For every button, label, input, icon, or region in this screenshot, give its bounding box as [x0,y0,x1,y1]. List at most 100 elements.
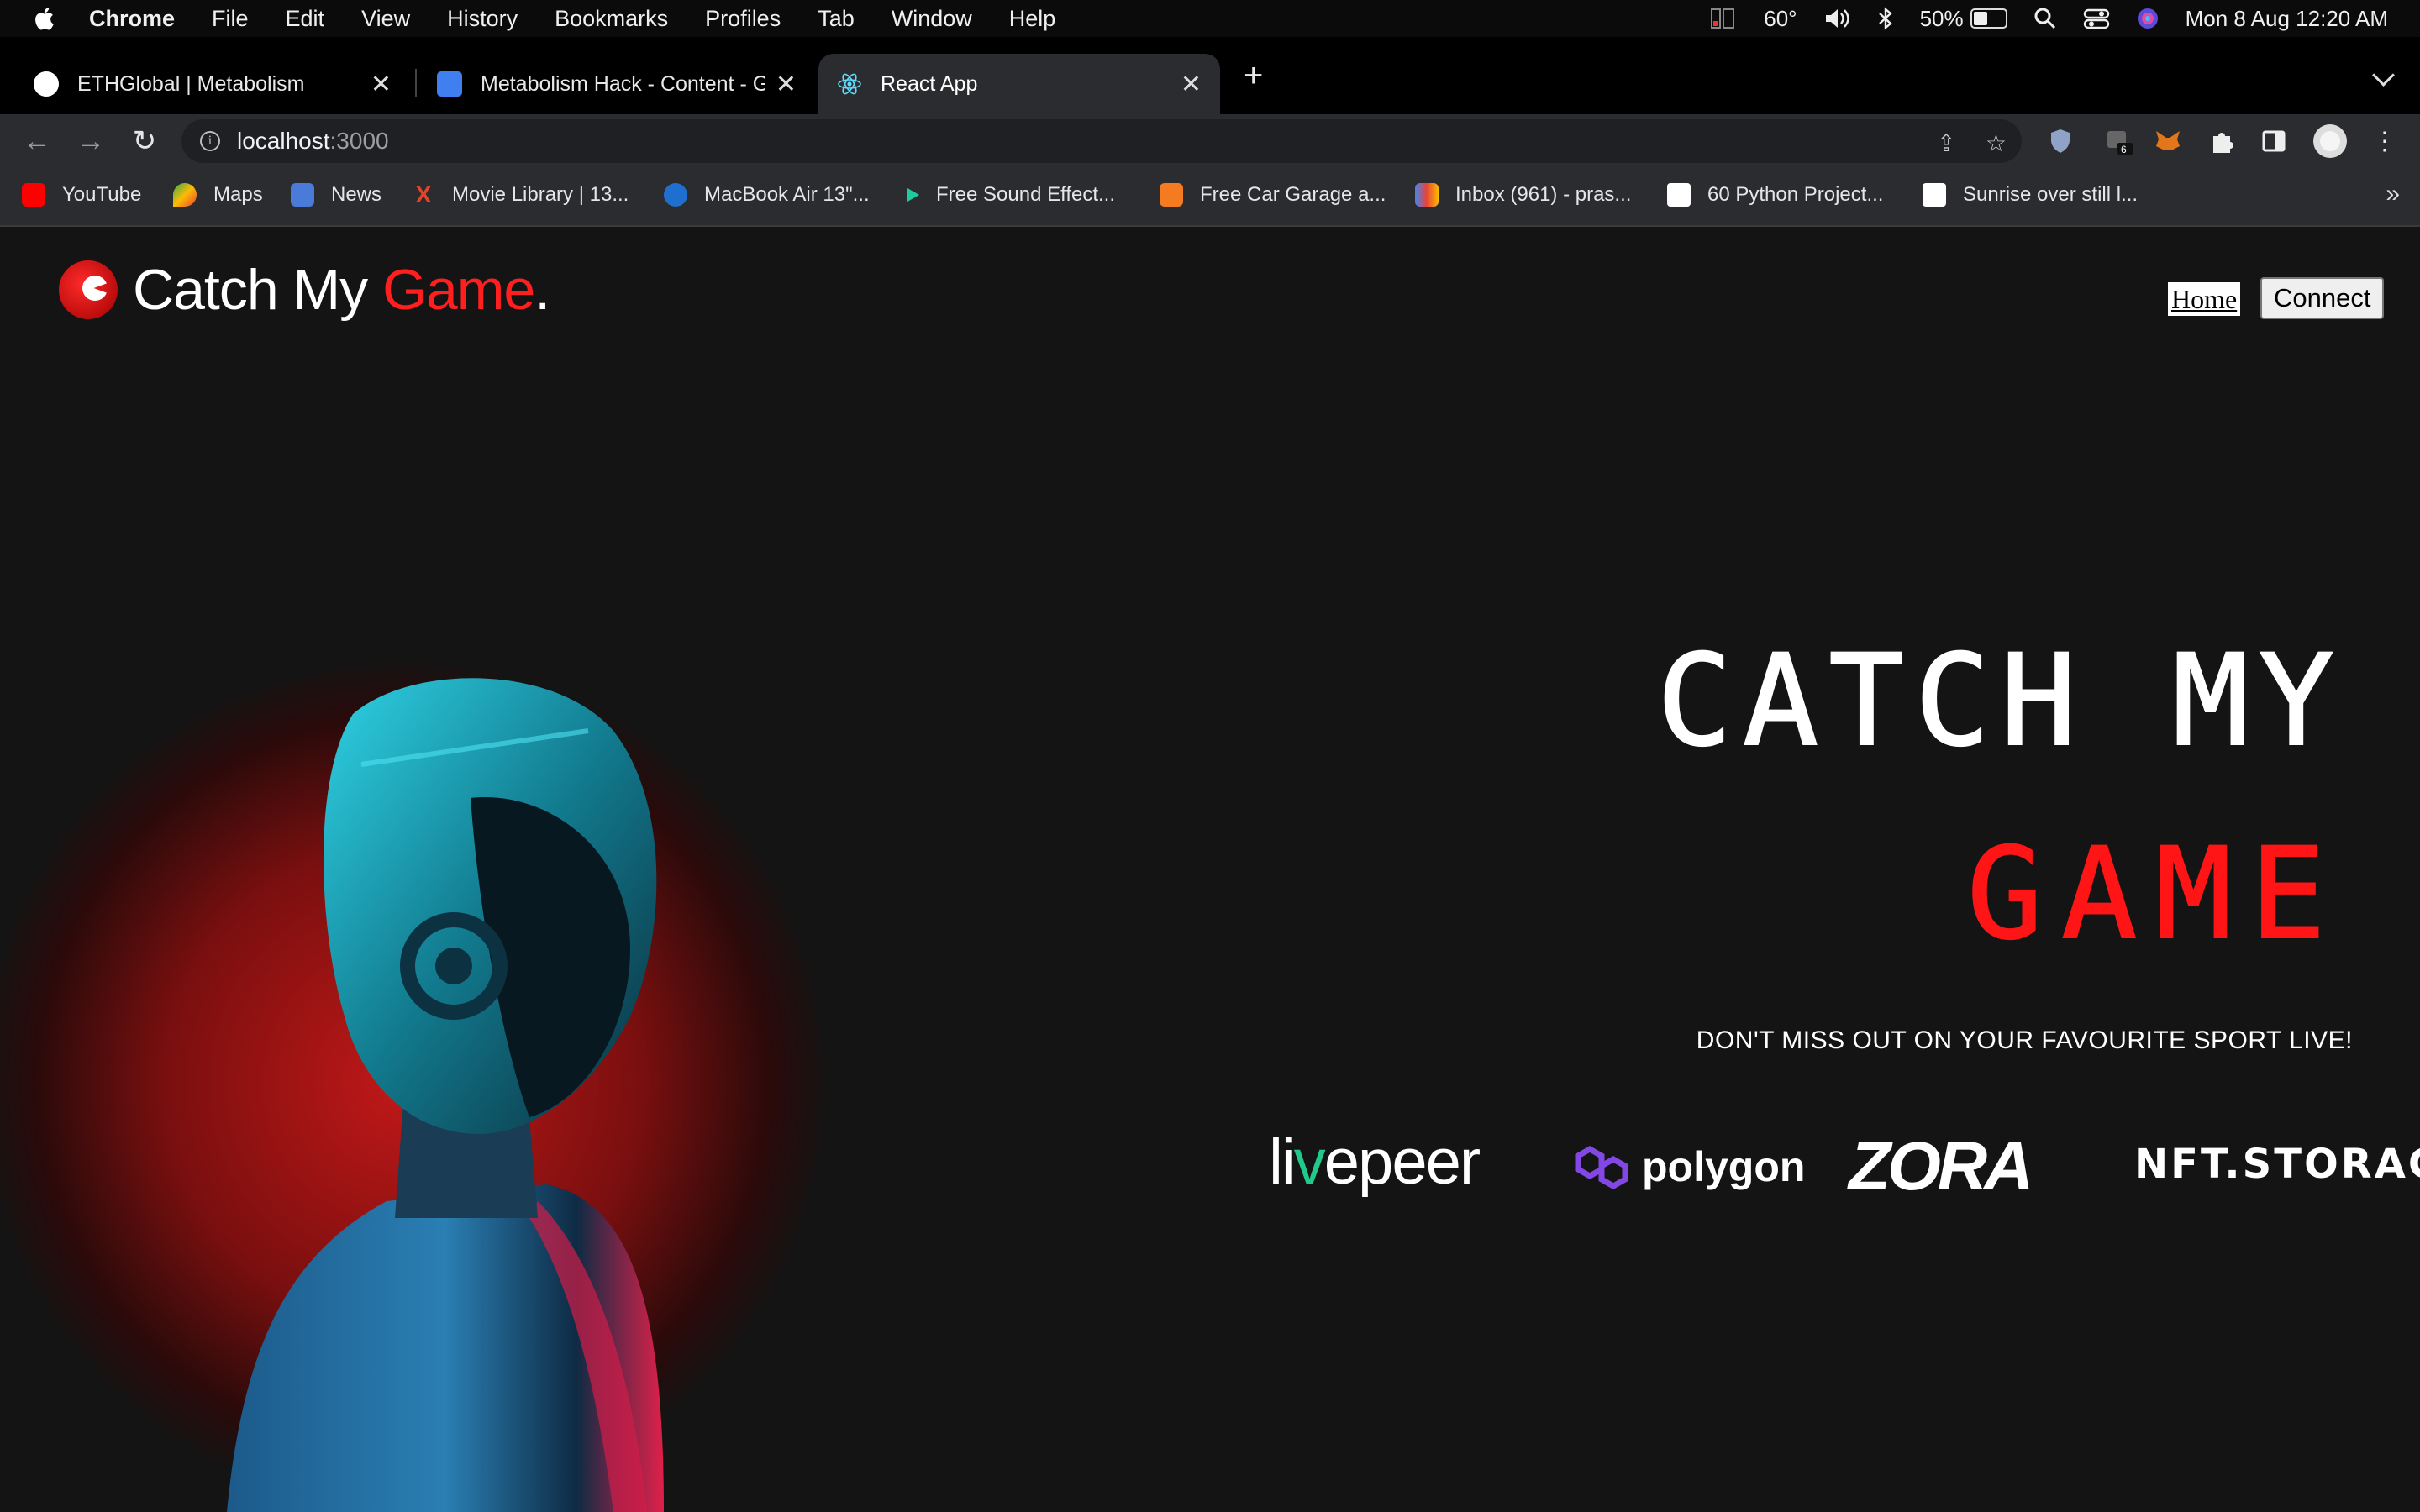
tab-title: Metabolism Hack - Content - G [481,71,765,96]
share-icon[interactable]: ⇪ [1937,129,1956,157]
logo-wordmark: Catch My Game. [133,257,550,323]
tab-search-chevron-icon[interactable] [2372,64,2395,87]
menu-tab[interactable]: Tab [818,6,855,32]
polygon-logo: polygon [1571,1141,1805,1193]
flag-icon [908,188,919,202]
x-logo-icon: X [415,181,432,207]
extension-badge-icon[interactable]: 6 [2104,126,2134,156]
close-tab-icon[interactable]: ✕ [776,70,797,99]
battery-indicator[interactable]: 50% [1920,6,2007,32]
bookmark-label: Maps [213,183,263,206]
menu-app-chrome[interactable]: Chrome [89,6,175,32]
extension-badge-count: 6 [2121,144,2127,155]
bookmarks-bar: YouTube Maps News X Movie Library | 13..… [0,168,2420,227]
polygon-hexagon-icon [1575,1145,1628,1190]
hero-line-catch-my: CATCH MY [1656,628,2344,774]
site-info-icon[interactable]: i [200,131,220,151]
menu-history[interactable]: History [447,6,518,32]
menu-edit[interactable]: Edit [286,6,325,32]
bookmark-macbook-air[interactable]: MacBook Air 13"... [664,183,870,207]
address-bar[interactable]: i localhost:3000 ⇪ ☆ [182,119,2022,163]
livepeer-text-dots: v [1293,1126,1326,1198]
site-logo[interactable]: Catch My Game. [59,257,550,323]
bookmark-free-car-garage[interactable]: Free Car Garage a... [1160,183,1386,207]
connect-button[interactable]: Connect [2260,277,2385,319]
menu-bookmarks[interactable]: Bookmarks [555,6,668,32]
close-circle-icon [664,183,687,207]
extensions-puzzle-icon[interactable] [2207,126,2237,156]
menu-file[interactable]: File [212,6,249,32]
browser-tab-strip: ETHGlobal | Metabolism ✕ Metabolism Hack… [0,37,2420,114]
forward-arrow-icon[interactable]: → [72,123,109,160]
logo-text-red: Game [382,258,535,322]
macos-menu-bar: Chrome File Edit View History Bookmarks … [0,0,2420,37]
nft-storage-logo: NFT.STORAGE [2134,1141,2420,1188]
spotlight-search-icon[interactable] [2033,6,2058,31]
bookmark-label: Free Car Garage a... [1200,183,1386,206]
volume-icon[interactable] [1823,6,1851,31]
tab-title: React App [881,71,978,96]
bookmark-python-projects[interactable]: 60 Python Project... [1667,183,1883,207]
browser-toolbar: ← → ↻ i localhost:3000 ⇪ ☆ 6 ⋮ [0,114,2420,168]
menu-view[interactable]: View [361,6,410,32]
close-tab-icon[interactable]: ✕ [371,70,392,99]
apple-icon[interactable] [32,6,55,31]
bookmark-news[interactable]: News [291,183,381,207]
tab-title: ETHGlobal | Metabolism [77,71,305,96]
battery-percent: 50% [1919,5,1964,31]
bookmark-sunrise[interactable]: Sunrise over still l... [1923,183,2138,207]
medium-icon [1667,183,1691,207]
google-news-icon [291,183,314,207]
url-port: :3000 [329,128,389,154]
menu-items: Chrome File Edit View History Bookmarks … [89,6,1092,32]
new-tab-button[interactable]: + [1244,59,1263,92]
bookmark-label: Free Sound Effect... [936,183,1116,206]
zora-logo: ZORA [1849,1128,2033,1205]
bookmark-youtube[interactable]: YouTube [22,183,141,207]
bookmark-label: Movie Library | 13... [452,183,629,206]
siri-icon[interactable] [2135,6,2160,31]
logo-dot: . [534,258,550,322]
more-bookmarks-chevron-icon[interactable]: » [2386,180,2400,208]
react-logo-icon [838,73,861,95]
tab-metabolism-hack-doc[interactable]: Metabolism Hack - Content - G ✕ [418,54,815,114]
menu-profiles[interactable]: Profiles [705,6,781,32]
bookmark-free-sound-effects[interactable]: Free Sound Effect... [908,183,1115,207]
temperature-readout[interactable]: 60° [1764,6,1797,32]
status-area: 60° 50% Mon 8 Aug 12:20 AM [1710,0,2388,37]
metamask-fox-icon[interactable] [2153,126,2183,156]
battery-icon [1970,8,2007,29]
menu-help[interactable]: Help [1009,6,1056,32]
bookmark-label: News [331,183,382,206]
bookmark-star-icon[interactable]: ☆ [1986,129,2007,157]
control-center-icon[interactable] [2083,6,2110,31]
profile-avatar[interactable] [2312,123,2348,159]
sponsor-logos: livepeer polygon ZORA NFT.STORAGE [1269,1117,2420,1210]
ethglobal-favicon-icon [34,71,59,97]
close-tab-icon[interactable]: ✕ [1181,70,1202,99]
clock-datetime[interactable]: Mon 8 Aug 12:20 AM [2186,6,2388,32]
back-arrow-icon[interactable]: ← [18,123,55,160]
cpu-monitor-icon[interactable] [1710,6,1739,31]
tab-divider [415,69,417,97]
kebab-menu-icon[interactable]: ⋮ [2366,123,2403,160]
bookmark-movie-library[interactable]: X Movie Library | 13... [412,183,629,207]
tab-ethglobal[interactable]: ETHGlobal | Metabolism ✕ [15,54,410,114]
livepeer-text-b: epeer [1323,1126,1481,1198]
tab-react-app[interactable]: React App ✕ [818,54,1220,114]
bookmark-maps[interactable]: Maps [173,183,263,207]
menu-window[interactable]: Window [892,6,972,32]
bookmark-gmail-inbox[interactable]: Inbox (961) - pras... [1415,183,1631,207]
livepeer-logo: livepeer [1269,1126,1481,1199]
nav-home-link[interactable]: Home [2168,282,2241,316]
web-page: Catch My Game. Home Connect CATCH MY GAM… [0,227,2420,1512]
cyber-helmet-figure-image [227,678,664,1512]
shield-extension-icon[interactable] [2045,126,2075,156]
codepen-icon [1923,183,1946,207]
side-panel-icon[interactable] [2259,126,2289,156]
bluetooth-icon[interactable] [1876,6,1895,31]
hero-heading: CATCH MY GAME [1656,628,2344,967]
pacman-logo-icon [59,260,118,319]
reload-icon[interactable]: ↻ [126,123,163,160]
bookmark-label: Sunrise over still l... [1963,183,2139,206]
